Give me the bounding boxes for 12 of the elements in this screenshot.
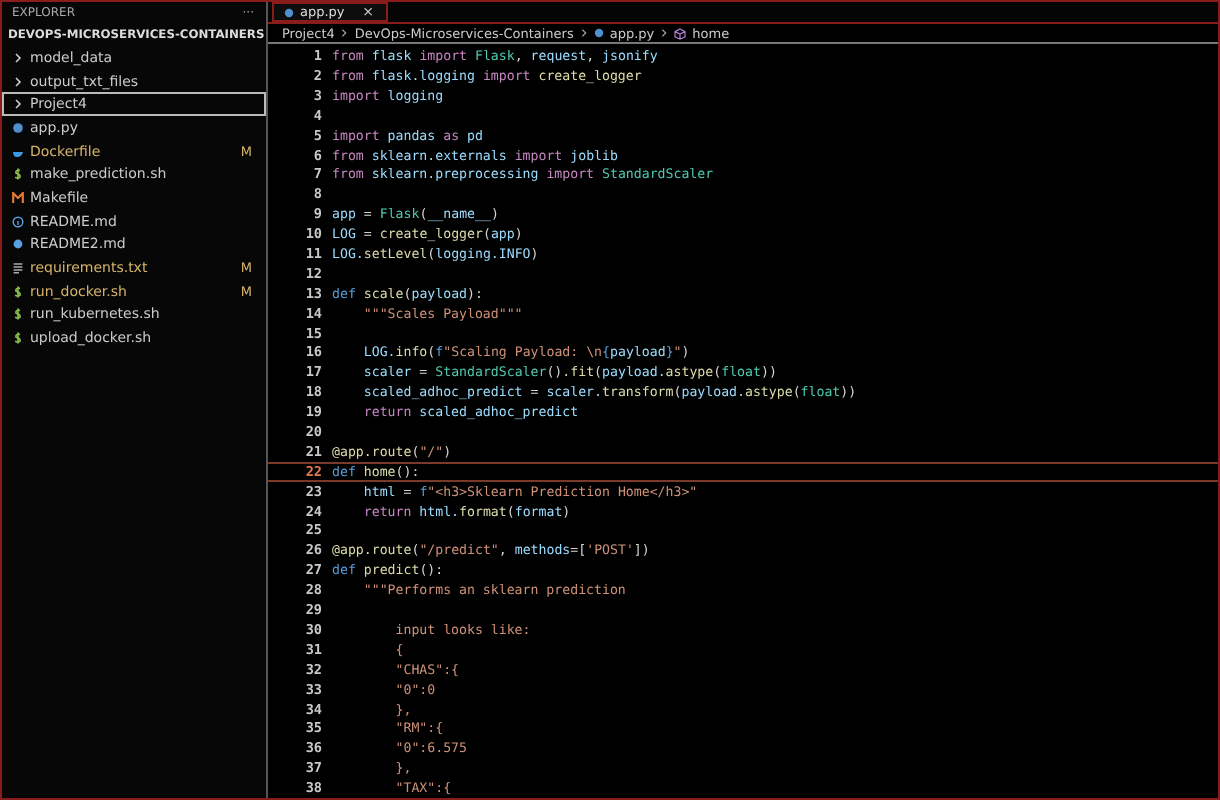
dollar-icon <box>12 332 24 345</box>
dollar-icon <box>12 308 24 321</box>
dollar-icon <box>12 168 24 181</box>
chevron-right-icon <box>579 28 588 39</box>
code-editor[interactable] <box>268 44 1218 798</box>
info-icon <box>12 215 24 228</box>
lines-icon <box>12 262 24 275</box>
chevron-right-icon <box>660 28 669 39</box>
dollar-icon <box>12 285 24 298</box>
m-letter-icon <box>12 191 24 204</box>
cube-icon <box>674 27 687 40</box>
chevron-right-icon <box>340 28 349 39</box>
